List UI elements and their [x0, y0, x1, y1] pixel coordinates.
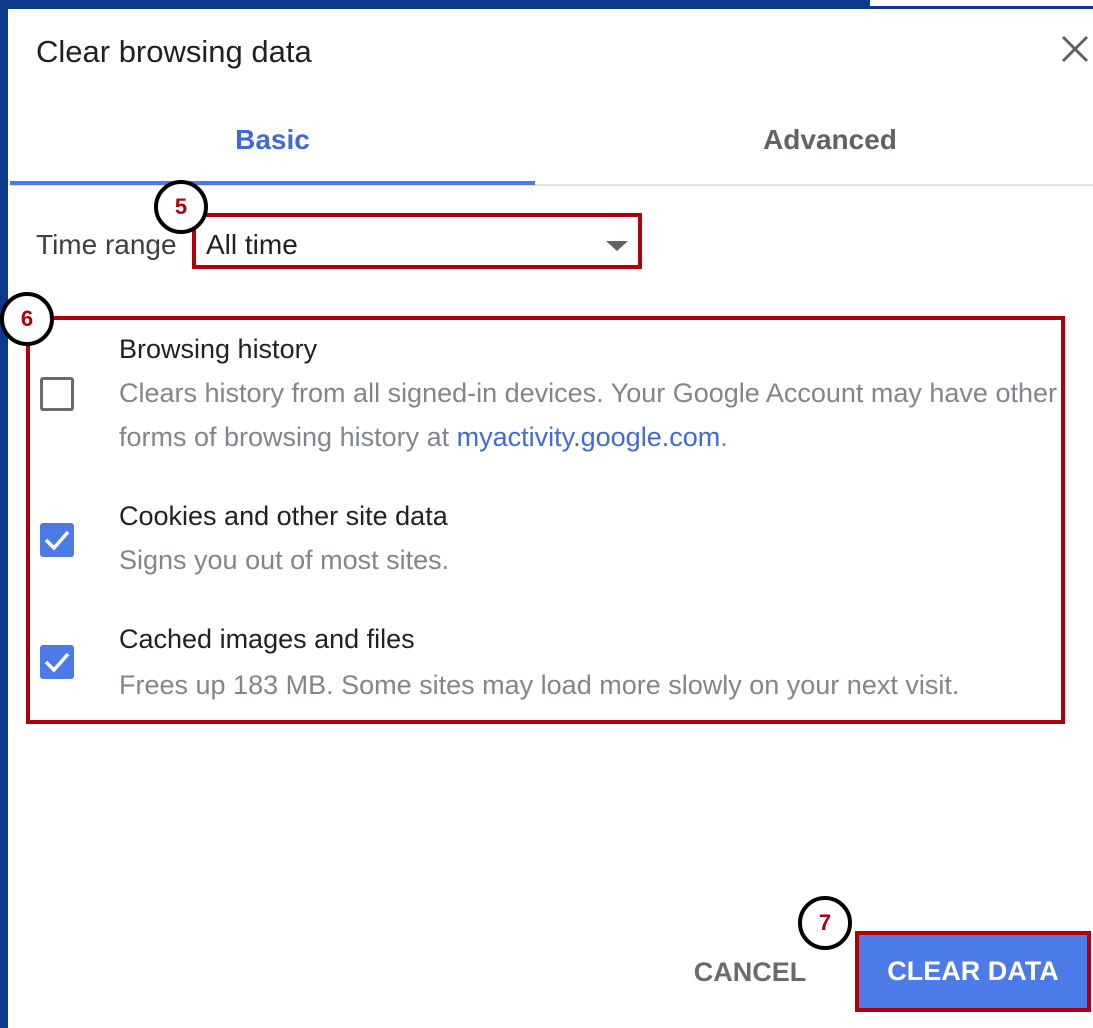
cookies-checkbox[interactable] — [40, 523, 74, 557]
window-frame-top-right-edge — [870, 6, 1093, 9]
cached-images-description: Frees up 183 MB. Some sites may load mor… — [119, 670, 960, 700]
callout-step-5: 5 — [154, 180, 208, 234]
time-range-select[interactable]: All time — [192, 213, 642, 269]
dialog-title: Clear browsing data — [36, 34, 312, 69]
window-frame-left — [0, 0, 8, 1028]
callout-step-6: 6 — [0, 292, 54, 346]
cached-images-title: Cached images and files — [119, 624, 415, 654]
check-icon — [44, 652, 70, 673]
clear-browsing-data-page: Clear browsing data Basic Advanced Time … — [0, 0, 1093, 1028]
browsing-history-description: Clears history from all signed-in device… — [119, 371, 1059, 459]
cookies-title: Cookies and other site data — [119, 501, 448, 531]
time-range-value: All time — [206, 229, 298, 260]
browsing-history-desc-suffix: . — [720, 422, 728, 452]
cancel-button[interactable]: CANCEL — [680, 944, 820, 1000]
time-range-label: Time range — [36, 229, 177, 260]
chevron-down-icon — [606, 241, 628, 251]
cookies-description: Signs you out of most sites. — [119, 545, 450, 575]
clear-data-button[interactable]: CLEAR DATA — [855, 931, 1091, 1012]
window-frame-top — [0, 0, 866, 9]
active-tab-indicator — [10, 181, 535, 185]
browsing-history-title: Browsing history — [119, 334, 318, 364]
close-icon[interactable] — [1060, 34, 1093, 68]
check-icon — [44, 530, 70, 551]
callout-step-7: 7 — [798, 896, 852, 950]
myactivity-link[interactable]: myactivity.google.com — [457, 422, 721, 452]
tab-basic[interactable]: Basic — [10, 120, 535, 184]
tab-advanced[interactable]: Advanced — [535, 120, 1093, 184]
browsing-history-checkbox[interactable] — [40, 377, 74, 411]
cached-images-checkbox[interactable] — [40, 645, 74, 679]
